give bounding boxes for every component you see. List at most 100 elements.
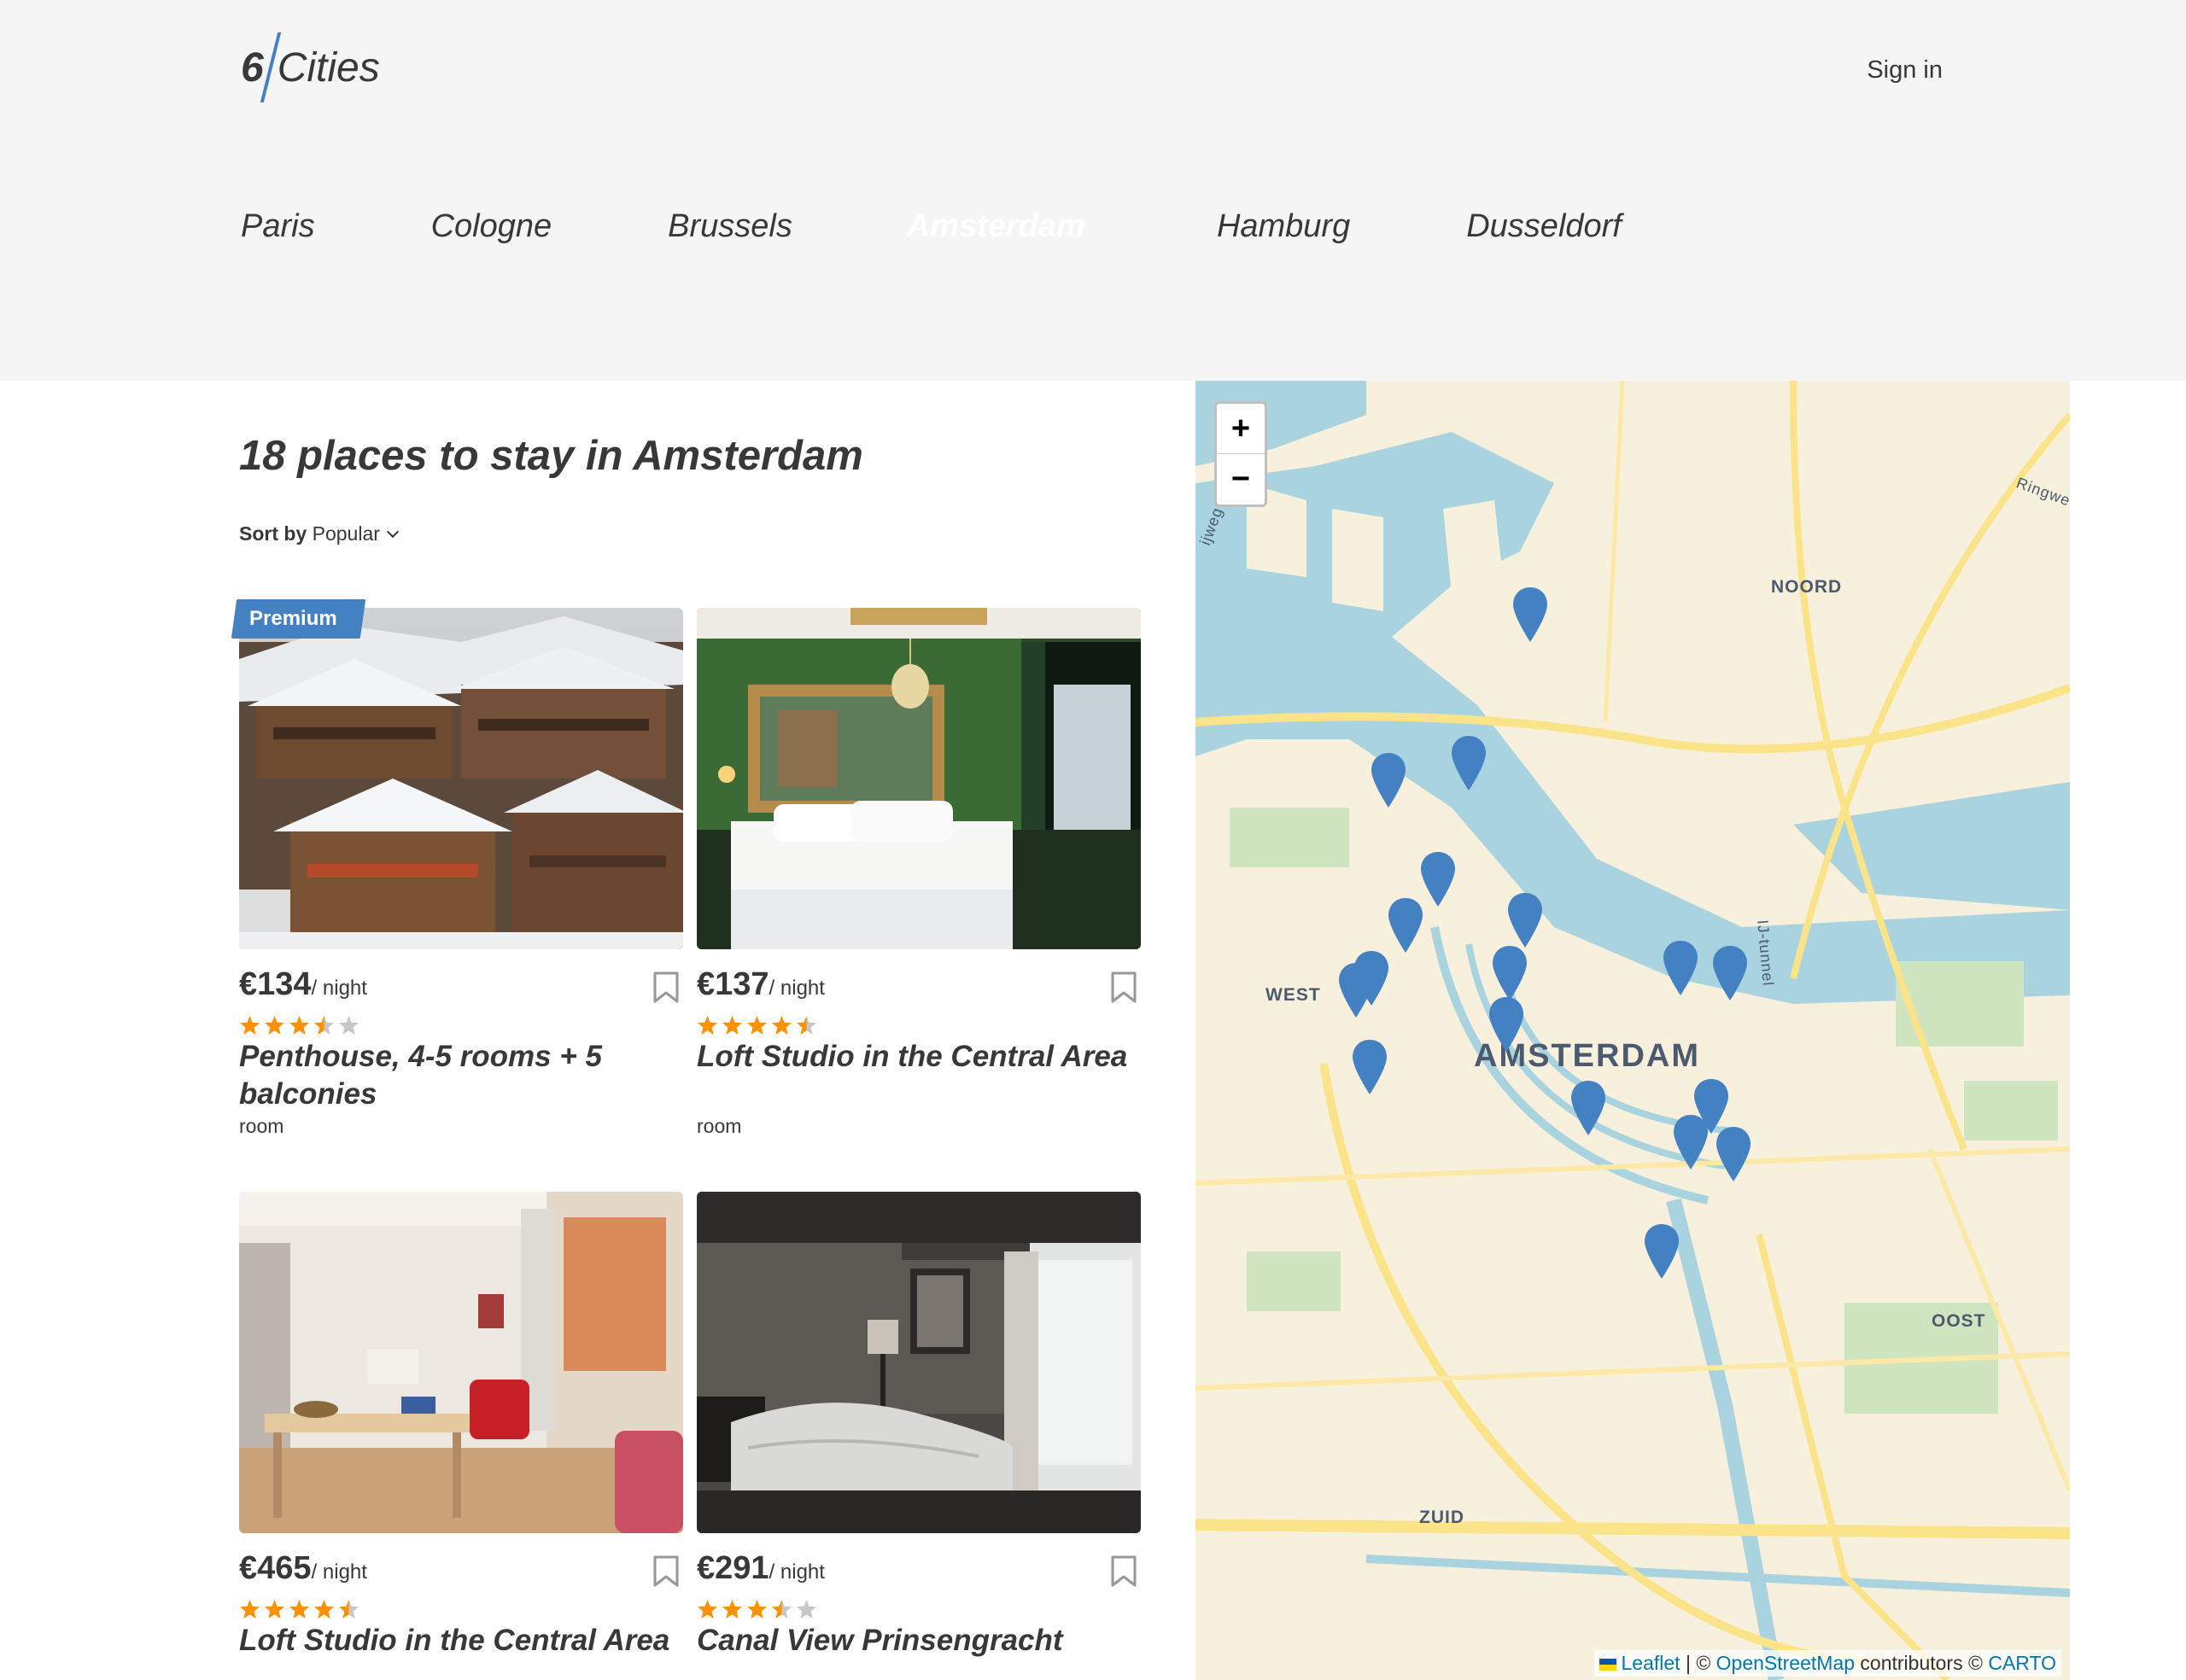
- rating-stars: [697, 1599, 817, 1620]
- attribution-contributors: contributors ©: [1860, 1652, 1983, 1674]
- star-icon: [240, 1016, 260, 1035]
- rating-stars: [697, 1015, 817, 1036]
- map-marker-icon[interactable]: [1506, 891, 1544, 949]
- price-row: €137/ night: [697, 966, 1141, 1007]
- place-title[interactable]: Loft Studio in the Central Area: [697, 1038, 1141, 1076]
- map[interactable]: + − NOORD WEST AMSTERDAM OOST ZUID Ringw…: [1195, 381, 2070, 1680]
- tab-brussels[interactable]: Brussels: [668, 193, 792, 260]
- star-icon: [289, 1600, 309, 1619]
- map-marker-icon[interactable]: [1419, 850, 1457, 908]
- star-icon: [698, 1016, 717, 1035]
- price: €465: [239, 1550, 312, 1586]
- place-type: room: [239, 1115, 284, 1137]
- star-icon: [698, 1600, 717, 1619]
- map-label-oost: OOST: [1932, 1311, 1986, 1331]
- map-label-noord: NOORD: [1771, 577, 1843, 597]
- map-marker-icon[interactable]: [1715, 1125, 1752, 1183]
- bookmark-icon[interactable]: [652, 971, 680, 1004]
- green-bedroom-photo[interactable]: [697, 608, 1141, 949]
- price-row: €291/ night: [697, 1550, 1141, 1591]
- per-night: / night: [311, 977, 367, 1000]
- bookmark-icon[interactable]: [1110, 1555, 1137, 1588]
- price: €291: [697, 1550, 769, 1586]
- premium-label: Premium: [249, 607, 337, 630]
- map-marker-icon[interactable]: [1491, 944, 1528, 1002]
- star-icon: [339, 1016, 359, 1035]
- leaflet-link[interactable]: Leaflet: [1622, 1652, 1680, 1674]
- rating-stars: [239, 1015, 359, 1036]
- ukraine-flag-icon: [1599, 1658, 1616, 1671]
- per-night: / night: [311, 1560, 367, 1584]
- star-icon: [240, 1600, 260, 1619]
- zoom-control: + −: [1214, 401, 1267, 507]
- tab-paris[interactable]: Paris: [241, 193, 315, 260]
- star-icon: [797, 1016, 816, 1035]
- map-marker-icon[interactable]: [1370, 751, 1407, 809]
- chevron-down-icon: [386, 525, 399, 539]
- map-label-west: WEST: [1265, 985, 1321, 1005]
- price-row: €134/ night: [239, 966, 683, 1007]
- map-marker-icon[interactable]: [1351, 1038, 1388, 1096]
- osm-link[interactable]: OpenStreetMap: [1716, 1652, 1855, 1674]
- star-icon: [314, 1016, 334, 1035]
- rating-stars: [239, 1599, 359, 1620]
- star-icon: [797, 1600, 816, 1619]
- star-icon: [722, 1600, 742, 1619]
- price-row: €465/ night: [239, 1550, 683, 1591]
- price: €137: [697, 966, 769, 1002]
- star-icon: [314, 1600, 334, 1619]
- star-icon: [289, 1016, 309, 1035]
- place-type: room: [697, 1115, 742, 1137]
- map-marker-icon[interactable]: [1511, 586, 1549, 644]
- star-icon: [722, 1016, 742, 1035]
- sort-value: Popular: [312, 522, 380, 545]
- star-icon: [339, 1600, 359, 1619]
- per-night: / night: [769, 1560, 825, 1584]
- zoom-in-button[interactable]: +: [1217, 404, 1265, 454]
- header: 6 Cities Sign in Paris Cologne Brussels …: [0, 0, 2186, 381]
- logo-word: Cities: [277, 44, 380, 90]
- sort-control[interactable]: Sort by Popular: [239, 522, 399, 545]
- tab-hamburg[interactable]: Hamburg: [1217, 193, 1350, 260]
- logo-number: 6: [241, 44, 264, 90]
- bookmark-icon[interactable]: [652, 1555, 680, 1588]
- zoom-out-button[interactable]: −: [1217, 454, 1265, 505]
- star-icon: [772, 1600, 792, 1619]
- map-marker-icon[interactable]: [1662, 939, 1699, 997]
- place-title[interactable]: Penthouse, 4-5 rooms + 5 balconies: [239, 1038, 683, 1113]
- star-icon: [747, 1600, 767, 1619]
- map-marker-icon[interactable]: [1643, 1222, 1680, 1280]
- tab-amsterdam-label: Amsterdam: [906, 208, 1085, 244]
- sign-in-link[interactable]: Sign in: [1867, 56, 1943, 85]
- map-attribution: Leaflet | © OpenStreetMap contributors ©…: [1593, 1650, 2061, 1677]
- carto-link[interactable]: CARTO: [1988, 1652, 2056, 1674]
- sort-label: Sort by: [239, 522, 307, 545]
- living-room-photo[interactable]: [239, 1192, 683, 1533]
- price: €134: [239, 966, 312, 1002]
- dark-bedroom-photo[interactable]: [697, 1192, 1141, 1533]
- map-marker-icon[interactable]: [1387, 896, 1424, 954]
- logo[interactable]: 6 Cities: [241, 31, 380, 104]
- map-marker-icon[interactable]: [1711, 944, 1749, 1002]
- map-label-zuid: ZUID: [1419, 1508, 1464, 1527]
- tab-amsterdam[interactable]: Amsterdam: [881, 193, 1128, 260]
- tab-cologne[interactable]: Cologne: [431, 193, 552, 260]
- chalet-photo[interactable]: [239, 608, 683, 949]
- attribution-separator: | ©: [1685, 1652, 1711, 1674]
- places-heading: 18 places to stay in Amsterdam: [239, 433, 863, 479]
- place-title[interactable]: Canal View Prinsengracht: [697, 1622, 1141, 1660]
- map-marker-icon[interactable]: [1569, 1079, 1607, 1137]
- map-tiles[interactable]: [1195, 381, 2070, 1680]
- map-marker-icon[interactable]: [1353, 949, 1390, 1007]
- premium-badge: Premium: [234, 599, 363, 639]
- star-icon: [747, 1016, 767, 1035]
- places-section: 18 places to stay in Amsterdam Sort by P…: [239, 381, 1144, 1680]
- place-title[interactable]: Loft Studio in the Central Area: [239, 1622, 683, 1660]
- per-night: / night: [769, 977, 825, 1000]
- tab-dusseldorf[interactable]: Dusseldorf: [1466, 193, 1622, 260]
- bookmark-icon[interactable]: [1110, 971, 1137, 1004]
- city-tabs: Paris Cologne Brussels Amsterdam Hamburg…: [241, 193, 1622, 260]
- map-marker-icon[interactable]: [1488, 995, 1525, 1053]
- map-marker-icon[interactable]: [1450, 734, 1488, 792]
- star-icon: [265, 1016, 284, 1035]
